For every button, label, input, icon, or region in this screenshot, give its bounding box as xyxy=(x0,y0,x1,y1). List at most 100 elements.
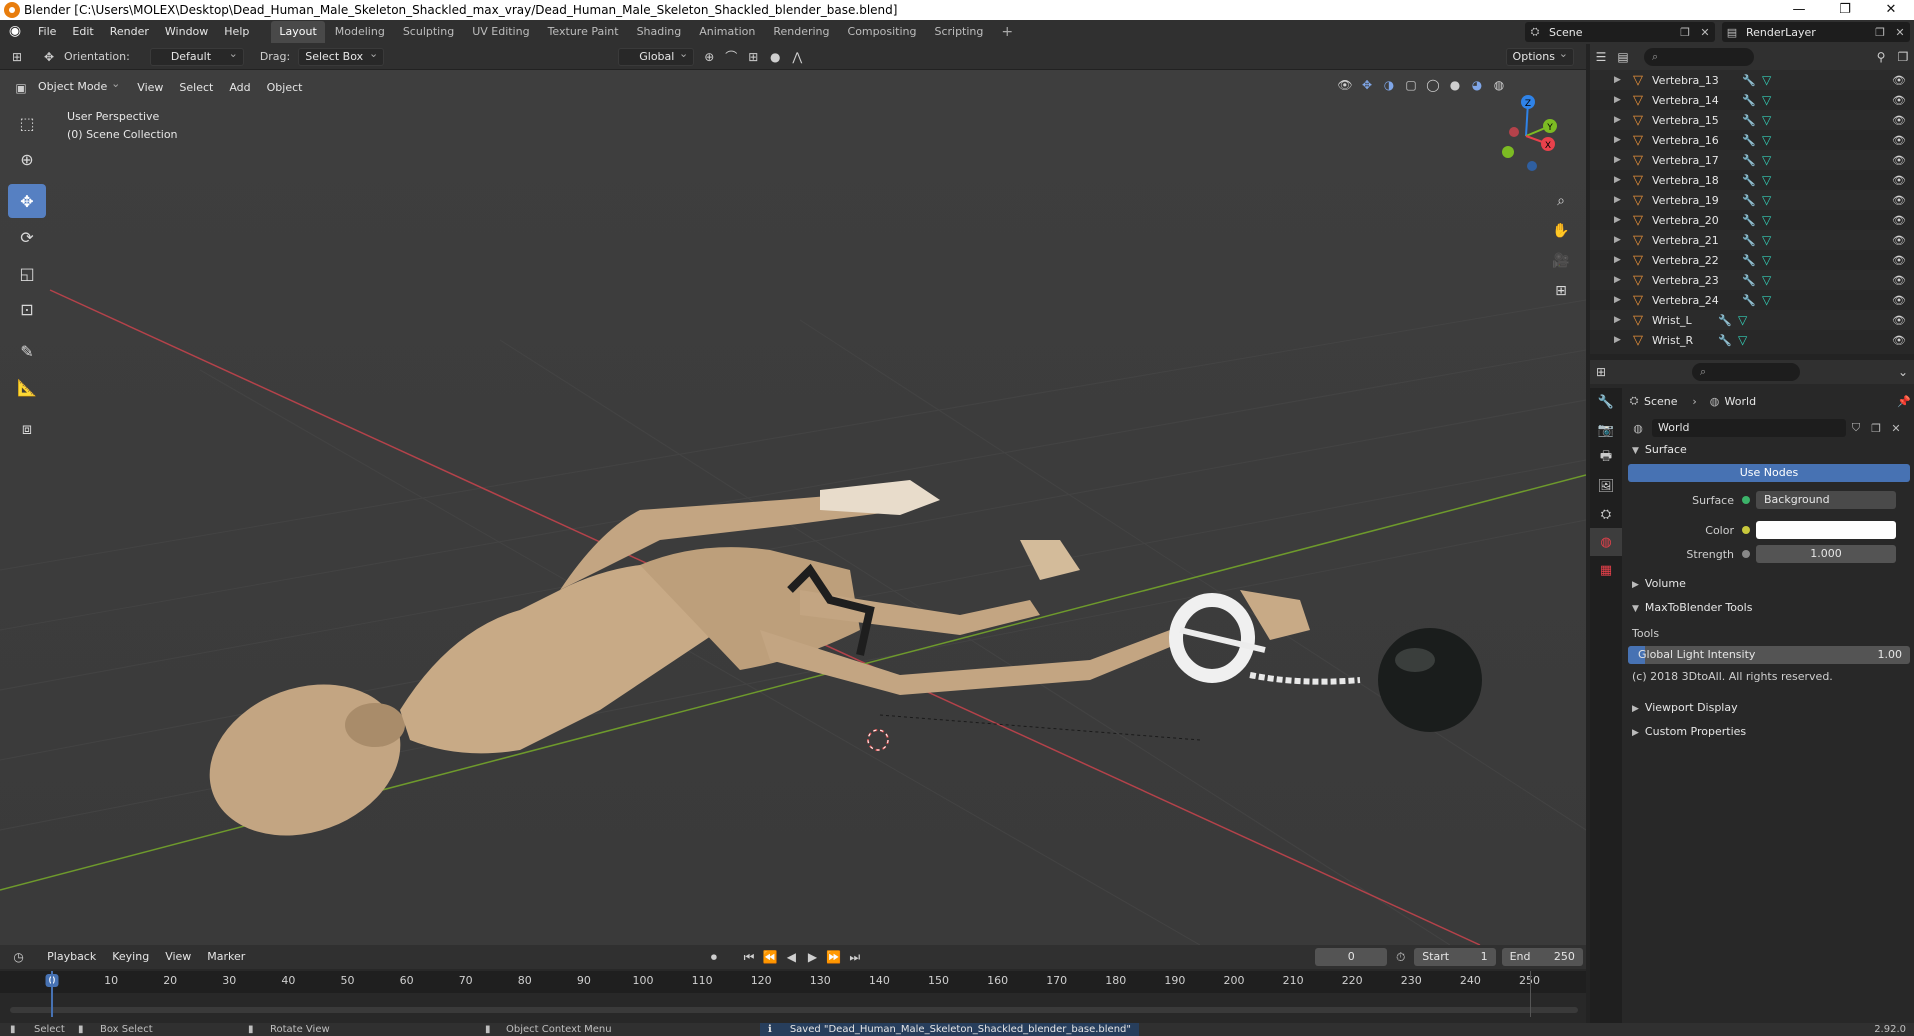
use-nodes-button[interactable]: Use Nodes xyxy=(1628,464,1910,482)
outliner-row[interactable]: ▶ ▽ Vertebra_23 🔧 ▽ 👁 xyxy=(1590,270,1914,290)
outliner-row[interactable]: ▶ ▽ Vertebra_21 🔧 ▽ 👁 xyxy=(1590,230,1914,250)
viewport-menu-add[interactable]: Add xyxy=(221,76,258,100)
new-world-icon[interactable]: ❐ xyxy=(1869,422,1883,435)
mesh-data-icon[interactable]: ▽ xyxy=(1762,73,1778,87)
visibility-eye-icon[interactable]: 👁 xyxy=(1892,94,1906,107)
custom-properties-panel-header[interactable]: ▶ Custom Properties xyxy=(1624,720,1914,744)
tab-texture-paint[interactable]: Texture Paint xyxy=(540,21,627,43)
mesh-data-icon[interactable]: ▽ xyxy=(1762,173,1778,187)
zoom-icon[interactable]: ⌕ xyxy=(1548,188,1574,214)
expand-arrow-icon[interactable]: ▶ xyxy=(1614,255,1626,265)
modifier-wrench-icon[interactable]: 🔧 xyxy=(1742,94,1758,107)
modifier-wrench-icon[interactable]: 🔧 xyxy=(1742,274,1758,287)
new-collection-icon[interactable]: ❐ xyxy=(1892,48,1914,66)
timeline-menu-keying[interactable]: Keying xyxy=(104,945,157,969)
mesh-data-icon[interactable]: ▽ xyxy=(1762,133,1778,147)
display-mode-icon[interactable]: ▤ xyxy=(1612,48,1634,66)
orientation-dropdown[interactable]: Default xyxy=(149,46,244,66)
fake-user-shield-icon[interactable]: ⛉ xyxy=(1849,421,1863,435)
render-layer-selector[interactable]: ▤ RenderLayer ❐ ✕ xyxy=(1722,22,1910,42)
filter-icon[interactable]: ⚲ xyxy=(1870,48,1892,66)
ortho-toggle-icon[interactable]: ⊞ xyxy=(1548,278,1574,304)
modifier-wrench-icon[interactable]: 🔧 xyxy=(1742,114,1758,127)
tab-shading[interactable]: Shading xyxy=(629,21,690,43)
expand-arrow-icon[interactable]: ▶ xyxy=(1614,135,1626,145)
timeline-track[interactable] xyxy=(0,971,1586,1017)
modifier-wrench-icon[interactable]: 🔧 xyxy=(1742,174,1758,187)
menu-render[interactable]: Render xyxy=(102,20,157,44)
menu-window[interactable]: Window xyxy=(157,20,216,44)
outliner-row[interactable]: ▶ ▽ Vertebra_17 🔧 ▽ 👁 xyxy=(1590,150,1914,170)
visibility-eye-icon[interactable]: 👁 xyxy=(1892,74,1906,87)
maxtoblender-panel-header[interactable]: ▼ MaxToBlender Tools xyxy=(1624,596,1914,620)
viewport-menu-object[interactable]: Object xyxy=(259,76,311,100)
modifier-wrench-icon[interactable]: 🔧 xyxy=(1742,294,1758,307)
expand-arrow-icon[interactable]: ▶ xyxy=(1614,155,1626,165)
jump-start-icon[interactable]: ⏮ xyxy=(738,948,759,966)
timeline-scrollbar[interactable] xyxy=(10,1007,1578,1013)
playhead-cursor[interactable] xyxy=(51,971,53,1017)
mesh-data-icon[interactable]: ▽ xyxy=(1762,113,1778,127)
outliner-row[interactable]: ▶ ▽ Vertebra_14 🔧 ▽ 👁 xyxy=(1590,90,1914,110)
blender-menu-icon[interactable]: ◉ xyxy=(6,23,24,41)
prev-keyframe-icon[interactable]: ⏪ xyxy=(760,948,781,966)
outliner-row[interactable]: ▶ ▽ Vertebra_15 🔧 ▽ 👁 xyxy=(1590,110,1914,130)
scale-tool-icon[interactable]: ◱ xyxy=(8,256,46,290)
unlink-world-icon[interactable]: ✕ xyxy=(1889,422,1903,435)
modifier-wrench-icon[interactable]: 🔧 xyxy=(1718,314,1734,327)
mesh-data-icon[interactable]: ▽ xyxy=(1762,193,1778,207)
world-datablock[interactable]: ◍ World ⛉ ❐ ✕ xyxy=(1628,418,1906,438)
properties-search-input[interactable]: ⌕ xyxy=(1692,363,1800,381)
add-cube-tool-icon[interactable]: ⧈ xyxy=(8,412,46,446)
measure-tool-icon[interactable]: 📐 xyxy=(8,370,46,404)
tab-compositing[interactable]: Compositing xyxy=(840,21,925,43)
surface-panel-header[interactable]: ▼ Surface xyxy=(1624,438,1914,462)
visibility-eye-icon[interactable]: 👁 xyxy=(1892,274,1906,287)
mesh-data-icon[interactable]: ▽ xyxy=(1762,253,1778,267)
outliner-row[interactable]: ▶ ▽ Wrist_R 🔧 ▽ 👁 xyxy=(1590,330,1914,350)
pin-icon[interactable]: 📌 xyxy=(1897,395,1911,408)
current-frame-field[interactable]: 0 xyxy=(1315,948,1388,966)
expand-arrow-icon[interactable]: ▶ xyxy=(1614,295,1626,305)
auto-keying-record-icon[interactable]: ⏺ xyxy=(703,948,724,966)
visibility-eye-icon[interactable]: 👁 xyxy=(1892,234,1906,247)
volume-panel-header[interactable]: ▶ Volume xyxy=(1624,572,1914,596)
outliner-row[interactable]: ▶ ▽ Vertebra_19 🔧 ▽ 👁 xyxy=(1590,190,1914,210)
view-layer-tab-icon[interactable]: 🖼 xyxy=(1590,472,1622,500)
select-box-tool-icon[interactable]: ⬚ xyxy=(8,106,46,140)
world-browse-icon[interactable]: ◍ xyxy=(1631,422,1645,435)
tab-rendering[interactable]: Rendering xyxy=(765,21,837,43)
snap-target-icon[interactable]: ⊞ xyxy=(742,48,764,66)
modifier-wrench-icon[interactable]: 🔧 xyxy=(1742,194,1758,207)
restore-button[interactable]: ❐ xyxy=(1822,0,1868,20)
viewport-menu-select[interactable]: Select xyxy=(171,76,221,100)
transform-tool-icon[interactable]: ⊡ xyxy=(8,292,46,326)
tab-modeling[interactable]: Modeling xyxy=(327,21,393,43)
mesh-data-icon[interactable]: ▽ xyxy=(1762,153,1778,167)
outliner-row[interactable]: ▶ ▽ Vertebra_16 🔧 ▽ 👁 xyxy=(1590,130,1914,150)
play-reverse-icon[interactable]: ◀ xyxy=(781,948,802,966)
end-frame-field[interactable]: End 250 xyxy=(1501,948,1583,966)
editor-type-icon[interactable]: ⊞ xyxy=(6,48,28,66)
visibility-eye-icon[interactable]: 👁 xyxy=(1892,134,1906,147)
mesh-data-icon[interactable]: ▽ xyxy=(1762,213,1778,227)
outliner-editor-icon[interactable]: ☰ xyxy=(1590,48,1612,66)
visibility-eye-icon[interactable]: 👁 xyxy=(1892,194,1906,207)
viewport-display-panel-header[interactable]: ▶ Viewport Display xyxy=(1624,696,1914,720)
visibility-eye-icon[interactable]: 👁 xyxy=(1892,114,1906,127)
camera-view-icon[interactable]: 🎥 xyxy=(1548,248,1574,274)
mesh-data-icon[interactable]: ▽ xyxy=(1738,333,1754,347)
visibility-eye-icon[interactable]: 👁 xyxy=(1892,314,1906,327)
tab-sculpting[interactable]: Sculpting xyxy=(395,21,462,43)
tool-tab-icon[interactable]: 🔧 xyxy=(1590,388,1622,416)
scene-selector[interactable]: ⛭ Scene ❐ ✕ xyxy=(1525,22,1715,42)
visibility-eye-icon[interactable]: 👁 xyxy=(1892,214,1906,227)
add-workspace-button[interactable]: + xyxy=(993,21,1021,43)
outliner-row[interactable]: ▶ ▽ Vertebra_20 🔧 ▽ 👁 xyxy=(1590,210,1914,230)
visibility-eye-icon[interactable]: 👁 xyxy=(1892,174,1906,187)
close-button[interactable]: ✕ xyxy=(1868,0,1914,20)
play-icon[interactable]: ▶ xyxy=(802,948,823,966)
tab-uv-editing[interactable]: UV Editing xyxy=(464,21,537,43)
modifier-wrench-icon[interactable]: 🔧 xyxy=(1718,334,1734,347)
expand-arrow-icon[interactable]: ▶ xyxy=(1614,335,1626,345)
